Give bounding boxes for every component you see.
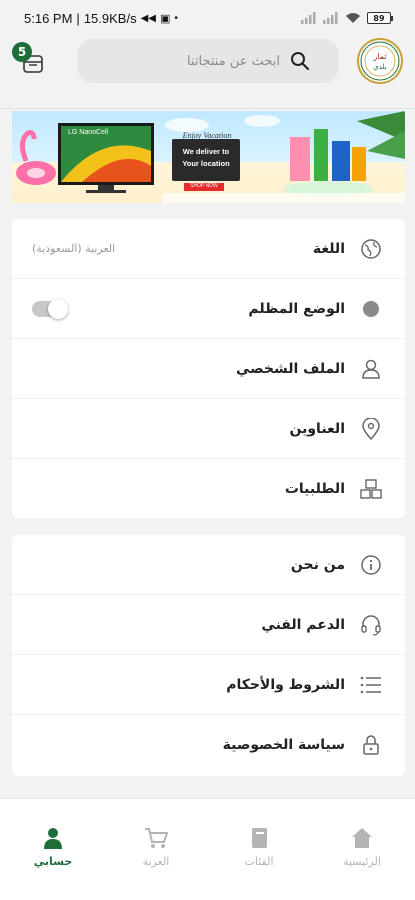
banner-headline-3: Your location	[182, 159, 230, 168]
banner-headline-1: Enjoy Vacation	[182, 131, 232, 140]
addresses-row[interactable]: العناوين	[12, 399, 405, 459]
language-value: العربية (السعودية)	[32, 242, 116, 255]
language-row[interactable]: العربية (السعودية) اللغة	[12, 219, 405, 279]
header-divider	[0, 108, 415, 109]
status-left: 5:16 PM | 15.9KB/s ◀◀ ▣ •	[24, 11, 178, 26]
header: 5 ثمار بلدي	[0, 36, 415, 96]
dark-mode-toggle[interactable]	[32, 298, 68, 319]
orders-row[interactable]: الطلبيات	[12, 459, 405, 519]
nav-home-label: الرئيسية	[343, 855, 381, 868]
banner-headline-2: We deliver to	[182, 147, 230, 156]
status-network-speed: 15.9KB/s	[83, 10, 137, 26]
nav-cart[interactable]: العربة	[116, 827, 196, 868]
about-label: من نحن	[290, 556, 345, 573]
svg-text:ثمار: ثمار	[372, 52, 386, 61]
nav-account-label: حسابي	[33, 855, 73, 868]
info-card: من نحن الدعم الفني الشروط والأحكام سياسة…	[12, 535, 405, 776]
nav-cart-label: العربة	[142, 855, 170, 868]
search-icon	[291, 52, 310, 71]
terms-row[interactable]: الشروط والأحكام	[12, 655, 405, 715]
svg-text:بلدي: بلدي	[373, 63, 386, 71]
profile-row[interactable]: الملف الشخصي	[12, 339, 405, 399]
sim-icon: ▣	[159, 12, 171, 25]
lock-icon	[359, 733, 383, 757]
addresses-label: العناوين	[289, 420, 346, 437]
dark-mode-icon	[359, 297, 383, 321]
privacy-row[interactable]: سياسة الخصوصية	[12, 715, 405, 775]
status-right: 89	[301, 12, 393, 24]
location-pin-icon	[359, 417, 383, 441]
promo-banner[interactable]: LG NanoCell Enjoy Vacation We deliver to…	[12, 111, 405, 203]
profile-label: الملف الشخصي	[235, 360, 345, 377]
banner-cta: SHOP NOW	[190, 183, 218, 189]
search-input[interactable]	[90, 53, 280, 69]
signal-icon	[301, 12, 316, 24]
banner-artwork	[16, 111, 405, 203]
support-row[interactable]: الدعم الفني	[12, 595, 405, 655]
header-cart-button[interactable]: 5	[12, 42, 46, 76]
battery-icon: 89	[367, 12, 393, 24]
globe-icon	[359, 237, 383, 261]
user-icon	[359, 357, 383, 381]
support-label: الدعم الفني	[261, 616, 345, 633]
search-box[interactable]	[78, 39, 338, 83]
signal-icon-2	[323, 12, 338, 24]
dot-icon: •	[174, 12, 178, 24]
wifi-icon	[346, 13, 360, 23]
cart-count-badge: 5	[12, 42, 32, 62]
banner-tv-label: LG NanoCell	[68, 129, 109, 136]
status-bar: 5:16 PM | 15.9KB/s ◀◀ ▣ • 89	[0, 0, 415, 36]
data-arrows-icon: ◀◀	[140, 12, 156, 24]
book-icon	[252, 828, 267, 848]
about-row[interactable]: من نحن	[12, 535, 405, 595]
account-icon	[44, 828, 62, 849]
nav-categories-label: الفئات	[244, 855, 274, 868]
nav-account[interactable]: حسابي	[13, 827, 93, 868]
home-icon	[352, 828, 372, 848]
dark-mode-label: الوضع المظلم	[248, 300, 345, 317]
privacy-label: سياسة الخصوصية	[222, 737, 345, 753]
battery-level: 89	[373, 13, 385, 23]
cart-icon	[145, 828, 168, 848]
dark-mode-row: الوضع المظلم	[12, 279, 405, 339]
settings-card: العربية (السعودية) اللغة الوضع المظلم ال…	[12, 219, 405, 518]
toggle-knob	[48, 298, 68, 319]
info-icon	[359, 553, 383, 577]
terms-label: الشروط والأحكام	[226, 676, 345, 693]
status-separator: |	[76, 10, 80, 26]
nav-categories[interactable]: الفئات	[219, 827, 299, 868]
logo-seal-icon: ثمار بلدي	[360, 41, 400, 81]
headset-icon	[359, 613, 383, 637]
bottom-nav: حسابي العربة الفئات الرئيسية	[0, 798, 415, 900]
orders-label: الطلبيات	[284, 481, 345, 497]
language-label: اللغة	[312, 240, 345, 257]
brand-logo[interactable]: ثمار بلدي	[357, 38, 403, 84]
status-time: 5:16 PM	[24, 10, 73, 26]
boxes-icon	[359, 477, 383, 501]
list-icon	[359, 673, 383, 697]
nav-home[interactable]: الرئيسية	[322, 827, 402, 868]
